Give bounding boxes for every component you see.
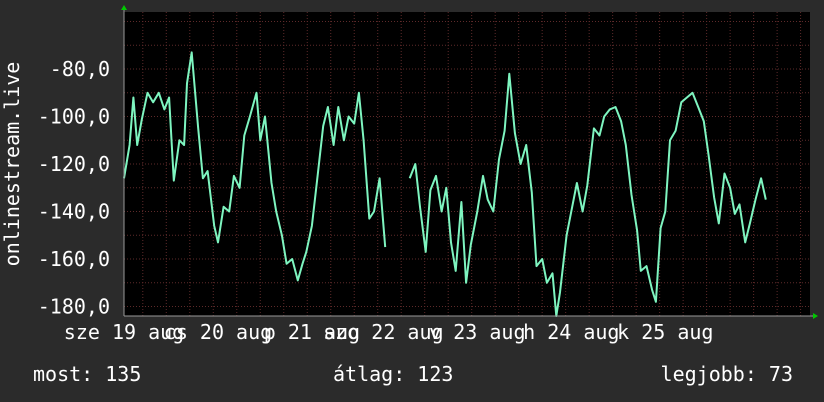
x-tick-labels: sze 19 augcs 20 augp 21 augszo 22 augv 2… [64, 320, 714, 344]
current-value-text: most: 135 [33, 362, 142, 386]
y-tick-label: -120,0 [38, 152, 110, 176]
average-value-text: átlag: 123 [333, 362, 454, 386]
y-axis-arrow [121, 5, 127, 10]
y-tick-label: -80,0 [50, 57, 110, 81]
y-tick-label: -180,0 [38, 295, 110, 319]
x-axis-arrow [813, 313, 818, 319]
x-tick-label: k 25 aug [617, 320, 713, 344]
x-tick-label: szo 22 aug [323, 320, 443, 344]
best-value-text: legjobb: 73 [660, 362, 793, 386]
x-tick-label: h 24 aug [523, 320, 619, 344]
y-tick-label: -160,0 [38, 247, 110, 271]
y-tick-label: -140,0 [38, 200, 110, 224]
y-tick-labels: -80,0 -100,0 -120,0 -140,0 -160,0 -180,0 [38, 57, 110, 319]
x-tick-label: cs 20 aug [164, 320, 272, 344]
line-chart: -80,0 -100,0 -120,0 -140,0 -160,0 -180,0 sze … [0, 5, 818, 344]
y-axis-label: onlinestream.live [0, 62, 24, 267]
x-tick-label: v 23 aug [429, 320, 525, 344]
y-tick-label: -100,0 [38, 105, 110, 129]
chart-window: -80,0 -100,0 -120,0 -140,0 -160,0 -180,0 sze … [0, 0, 824, 402]
